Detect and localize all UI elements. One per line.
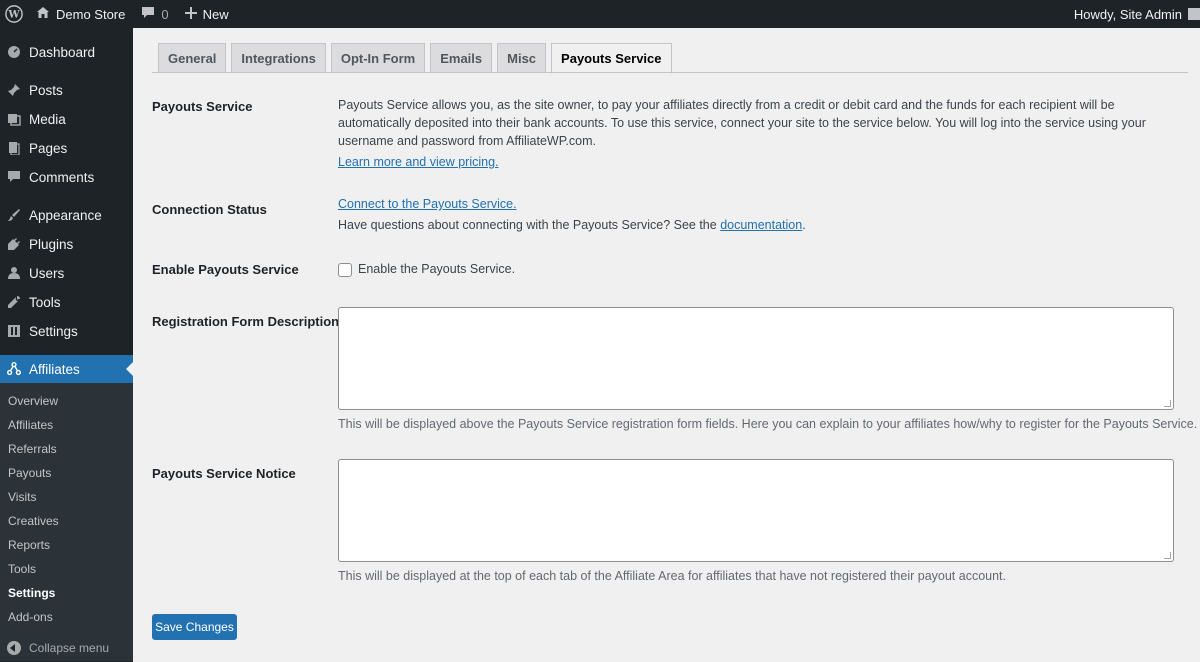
sidebar-item-plugins[interactable]: Plugins bbox=[0, 230, 133, 258]
admin-bar: W Demo Store 0 New Howdy, Site Admin bbox=[0, 0, 1200, 28]
tab-general[interactable]: General bbox=[158, 43, 227, 73]
user-icon bbox=[7, 266, 21, 280]
payouts-service-description-text: Payouts Service allows you, as the site … bbox=[338, 98, 1146, 148]
enable-payouts-service-label: Enable Payouts Service bbox=[152, 262, 299, 277]
wrench-icon bbox=[7, 295, 21, 309]
tab-opt-in-form[interactable]: Opt-In Form bbox=[330, 43, 426, 73]
site-name: Demo Store bbox=[56, 6, 126, 22]
sidebar-item-label: Posts bbox=[29, 82, 63, 98]
submenu-item-overview[interactable]: Overview bbox=[8, 392, 58, 410]
payouts-service-label: Payouts Service bbox=[152, 99, 253, 114]
payouts-service-notice-textarea[interactable] bbox=[338, 459, 1174, 562]
pin-icon bbox=[7, 83, 21, 97]
media-icon bbox=[7, 112, 21, 126]
sidebar-item-settings[interactable]: Settings bbox=[0, 317, 133, 345]
sidebar-item-media[interactable]: Media bbox=[0, 105, 133, 133]
plus-icon bbox=[184, 6, 197, 22]
admin-sidebar: Dashboard Posts Media Pages Comments App… bbox=[0, 28, 133, 662]
brush-icon bbox=[7, 208, 21, 222]
wordpress-logo-icon[interactable]: W bbox=[0, 0, 28, 28]
comments-count: 0 bbox=[161, 6, 169, 22]
tab-emails[interactable]: Emails bbox=[430, 43, 493, 73]
payouts-service-description: Payouts Service allows you, as the site … bbox=[338, 96, 1168, 171]
resize-grip-icon[interactable] bbox=[1164, 552, 1171, 559]
payouts-service-notice-label: Payouts Service Notice bbox=[152, 466, 296, 481]
submenu-item-payouts[interactable]: Payouts bbox=[8, 464, 51, 482]
tab-misc[interactable]: Misc bbox=[497, 43, 547, 73]
sidebar-item-label: Comments bbox=[29, 169, 95, 185]
comment-bubble-icon bbox=[141, 6, 155, 22]
new-label: New bbox=[202, 6, 229, 22]
registration-form-description-textarea[interactable] bbox=[338, 307, 1174, 410]
sidebar-item-label: Tools bbox=[29, 294, 61, 310]
sidebar-item-label: Media bbox=[29, 111, 66, 127]
sidebar-item-label: Dashboard bbox=[29, 44, 96, 60]
svg-text:W: W bbox=[7, 10, 20, 21]
resize-grip-icon[interactable] bbox=[1164, 400, 1171, 407]
enable-payouts-service-checkbox-label[interactable]: Enable the Payouts Service. bbox=[358, 262, 515, 276]
settings-icon bbox=[7, 324, 21, 338]
submenu-item-add-ons[interactable]: Add-ons bbox=[8, 608, 53, 626]
collapse-menu-label: Collapse menu bbox=[29, 641, 110, 655]
sidebar-item-label: Affiliates bbox=[29, 361, 80, 377]
registration-form-description-help: This will be displayed above the Payouts… bbox=[338, 417, 1198, 431]
submenu-item-reports[interactable]: Reports bbox=[8, 536, 50, 554]
connection-help-text: Have questions about connecting with the… bbox=[338, 218, 717, 232]
connection-status-value: Connect to the Payouts Service. Have que… bbox=[338, 195, 1168, 234]
save-changes-button[interactable]: Save Changes bbox=[152, 614, 237, 640]
payouts-service-notice-help: This will be displayed at the top of eac… bbox=[338, 569, 1007, 583]
active-menu-arrow bbox=[126, 362, 133, 376]
new-content-link[interactable]: New bbox=[177, 0, 237, 28]
home-icon bbox=[36, 6, 50, 22]
submenu-item-visits[interactable]: Visits bbox=[8, 488, 36, 506]
pages-icon bbox=[7, 141, 21, 155]
sidebar-item-tools[interactable]: Tools bbox=[0, 288, 133, 316]
connection-status-label: Connection Status bbox=[152, 202, 267, 217]
sidebar-item-posts[interactable]: Posts bbox=[0, 76, 133, 104]
user-greeting: Howdy, Site Admin bbox=[1073, 6, 1182, 22]
site-name-link[interactable]: Demo Store bbox=[28, 0, 133, 28]
submenu-item-tools[interactable]: Tools bbox=[8, 560, 36, 578]
submenu-item-settings[interactable]: Settings bbox=[8, 584, 55, 602]
sidebar-item-affiliates[interactable]: Affiliates bbox=[0, 355, 133, 383]
sidebar-item-label: Plugins bbox=[29, 236, 74, 252]
sidebar-item-users[interactable]: Users bbox=[0, 259, 133, 287]
settings-tabs: General Integrations Opt-In Form Emails … bbox=[152, 43, 677, 74]
collapse-menu-button[interactable]: Collapse menu bbox=[0, 634, 133, 662]
user-account-link[interactable]: Howdy, Site Admin bbox=[1066, 0, 1200, 28]
connect-payouts-service-link[interactable]: Connect to the Payouts Service. bbox=[338, 197, 517, 211]
tab-integrations[interactable]: Integrations bbox=[231, 43, 326, 73]
affiliates-icon bbox=[7, 361, 21, 376]
registration-form-description-label: Registration Form Description bbox=[152, 314, 340, 329]
submenu-item-creatives[interactable]: Creatives bbox=[8, 512, 59, 530]
learn-more-link[interactable]: Learn more and view pricing. bbox=[338, 155, 499, 169]
collapse-arrow-icon bbox=[7, 641, 21, 655]
comments-link[interactable]: 0 bbox=[133, 0, 176, 28]
dashboard-icon bbox=[7, 45, 21, 59]
comment-icon bbox=[7, 170, 21, 184]
submenu-item-referrals[interactable]: Referrals bbox=[8, 440, 57, 458]
sidebar-item-label: Appearance bbox=[29, 207, 102, 223]
sidebar-item-appearance[interactable]: Appearance bbox=[0, 201, 133, 229]
connection-help-suffix: . bbox=[802, 218, 806, 232]
sidebar-item-label: Settings bbox=[29, 323, 78, 339]
tabs-divider bbox=[152, 72, 1188, 73]
submenu-item-affiliates[interactable]: Affiliates bbox=[8, 416, 53, 434]
sidebar-item-dashboard[interactable]: Dashboard bbox=[0, 38, 133, 66]
sidebar-item-label: Pages bbox=[29, 140, 68, 156]
sidebar-item-pages[interactable]: Pages bbox=[0, 134, 133, 162]
documentation-link[interactable]: documentation bbox=[720, 218, 802, 232]
plug-icon bbox=[7, 237, 21, 251]
affiliates-submenu: Overview Affiliates Referrals Payouts Vi… bbox=[0, 383, 133, 661]
sidebar-item-label: Users bbox=[29, 265, 65, 281]
avatar bbox=[1188, 8, 1200, 20]
sidebar-item-comments[interactable]: Comments bbox=[0, 163, 133, 191]
tab-payouts-service[interactable]: Payouts Service bbox=[551, 43, 672, 74]
enable-payouts-service-checkbox[interactable] bbox=[338, 263, 352, 277]
